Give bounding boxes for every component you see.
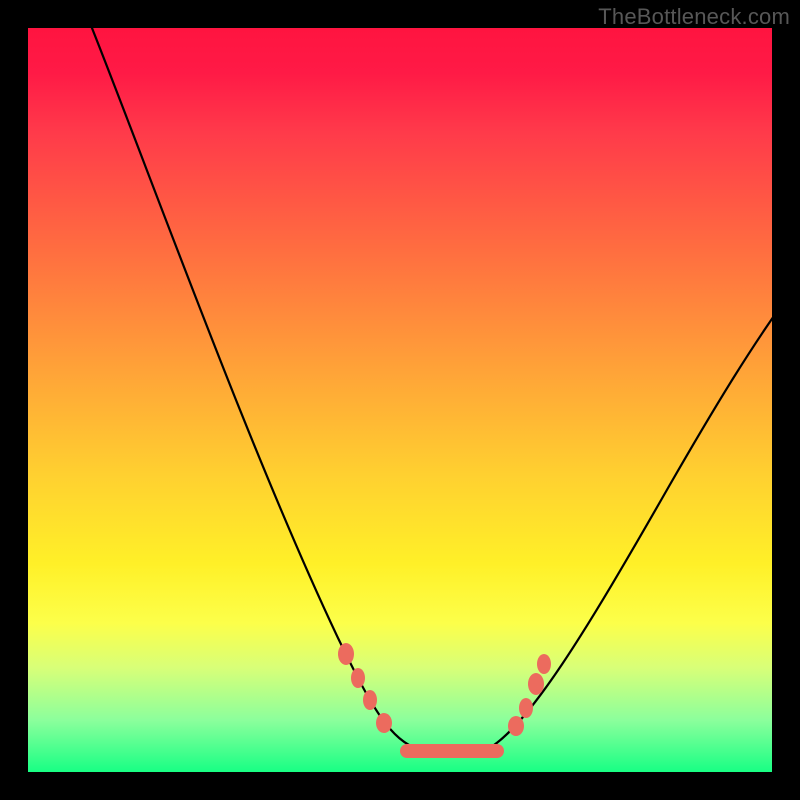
- curve-markers: [338, 643, 551, 758]
- watermark-text: TheBottleneck.com: [598, 4, 790, 30]
- bottleneck-curve-svg: [28, 28, 772, 772]
- curve-left-branch: [88, 28, 420, 750]
- plot-area: [28, 28, 772, 772]
- chart-frame: TheBottleneck.com: [0, 0, 800, 800]
